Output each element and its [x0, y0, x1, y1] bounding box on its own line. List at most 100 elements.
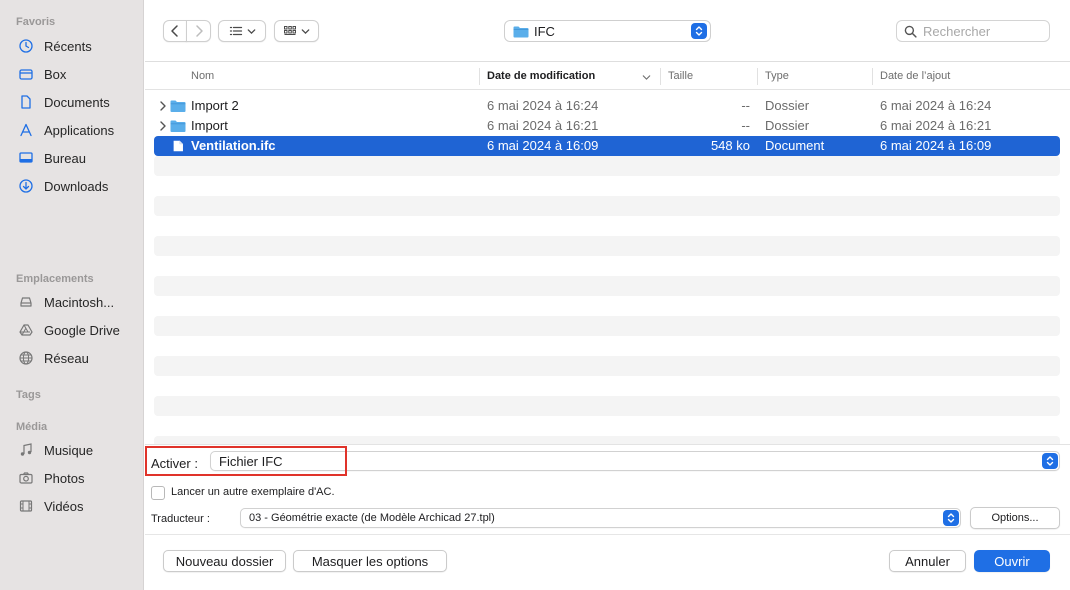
file-size: --	[741, 118, 750, 133]
empty-row	[154, 356, 1060, 376]
file-added: 6 mai 2024 à 16:24	[880, 98, 992, 113]
column-separator[interactable]	[757, 68, 758, 85]
sidebar-item-label: Photos	[44, 470, 85, 486]
column-header-added[interactable]: Date de l’ajout	[880, 70, 950, 82]
file-size: 548 ko	[710, 138, 750, 153]
options-button[interactable]: Options...	[970, 507, 1060, 529]
column-separator[interactable]	[872, 68, 873, 85]
new-folder-button[interactable]: Nouveau dossier	[163, 550, 286, 572]
hard-drive-icon	[16, 294, 36, 310]
view-list-button[interactable]	[218, 20, 266, 42]
disclosure-triangle-icon[interactable]	[158, 120, 168, 132]
music-note-icon	[16, 442, 36, 458]
back-button[interactable]	[163, 20, 187, 42]
search-input[interactable]: Rechercher	[896, 20, 1050, 42]
column-separator[interactable]	[660, 68, 661, 85]
sidebar-item-google-drive[interactable]: Google Drive	[12, 319, 138, 341]
column-header-type[interactable]: Type	[765, 70, 789, 82]
sidebar-item-label: Bureau	[44, 150, 86, 166]
sidebar-item-videos[interactable]: Vidéos	[12, 495, 138, 517]
document-icon	[173, 140, 183, 152]
launch-another-instance-checkbox[interactable]	[151, 486, 165, 500]
sidebar-section-media: Média	[16, 421, 48, 433]
search-placeholder: Rechercher	[923, 23, 991, 39]
sidebar-item-bureau[interactable]: Bureau	[12, 147, 138, 169]
sidebar-item-macintosh[interactable]: Macintosh...	[12, 291, 138, 313]
view-grid-button[interactable]	[274, 20, 319, 42]
sidebar-section-emplacements: Emplacements	[16, 273, 94, 285]
sidebar-item-label: Applications	[44, 122, 115, 138]
hide-options-button[interactable]: Masquer les options	[293, 550, 447, 572]
folder-icon	[513, 26, 529, 37]
sidebar-item-label: Macintosh...	[44, 294, 115, 310]
chevron-down-icon	[247, 28, 255, 34]
sidebar-item-box[interactable]: Box	[12, 63, 138, 85]
file-modified: 6 mai 2024 à 16:24	[487, 98, 599, 113]
empty-row	[154, 156, 1060, 176]
file-size: --	[741, 98, 750, 113]
sidebar-item-photos[interactable]: Photos	[12, 467, 138, 489]
file-added: 6 mai 2024 à 16:21	[880, 118, 992, 133]
sidebar-item-recents[interactable]: Récents	[12, 35, 138, 57]
launch-another-instance-label: Lancer un autre exemplaire d'AC.	[171, 486, 335, 498]
file-type: Document	[765, 138, 825, 153]
empty-row	[154, 316, 1060, 336]
sidebar-item-reseau[interactable]: Réseau	[12, 347, 138, 369]
chevron-left-icon	[171, 25, 178, 37]
file-name: Import	[191, 118, 228, 133]
disclosure-triangle-icon[interactable]	[158, 100, 168, 112]
column-header-size[interactable]: Taille	[668, 70, 693, 82]
updown-chevron-icon	[1042, 453, 1058, 469]
sidebar-item-documents[interactable]: Documents	[12, 91, 138, 113]
sidebar-item-label: Box	[44, 66, 67, 82]
google-drive-icon	[16, 322, 36, 338]
sidebar-item-musique[interactable]: Musique	[12, 439, 138, 461]
file-type: Dossier	[765, 98, 810, 113]
clock-icon	[16, 38, 36, 54]
highlight-annotation-box	[145, 446, 347, 476]
file-modified: 6 mai 2024 à 16:21	[487, 118, 599, 133]
toolbar: IFC Rechercher	[145, 0, 1070, 62]
desktop-icon	[16, 150, 36, 166]
network-icon	[16, 350, 36, 366]
updown-chevron-icon	[943, 510, 959, 526]
sidebar-section-favoris: Favoris	[16, 16, 56, 28]
chevron-right-icon	[195, 25, 203, 37]
empty-row	[154, 276, 1060, 296]
forward-button[interactable]	[186, 20, 211, 42]
sort-chevron-down-icon	[642, 75, 651, 80]
empty-row	[154, 196, 1060, 216]
list-view-icon	[229, 26, 242, 36]
folder-path-select[interactable]: IFC	[504, 20, 711, 42]
table-row-selected[interactable]: Ventilation.ifc 6 mai 2024 à 16:09 548 k…	[154, 136, 1060, 156]
sidebar-item-label: Google Drive	[44, 322, 120, 338]
sidebar-item-label: Réseau	[44, 350, 89, 366]
column-header-name[interactable]: Nom	[191, 70, 214, 82]
sidebar-item-label: Downloads	[44, 178, 109, 194]
file-list-header: Nom Date de modification Taille Type Dat…	[145, 63, 1070, 90]
traducteur-select[interactable]: 03 - Géométrie exacte (de Modèle Archica…	[240, 508, 961, 528]
dialog-buttons-bar: Nouveau dossier Masquer les options Annu…	[145, 534, 1070, 590]
sidebar-item-label: Musique	[44, 442, 94, 458]
file-name: Import 2	[191, 98, 239, 113]
file-modified: 6 mai 2024 à 16:09	[487, 138, 599, 153]
column-header-modified[interactable]: Date de modification	[487, 70, 595, 82]
updown-chevron-icon	[691, 23, 707, 39]
sidebar-item-applications[interactable]: Applications	[12, 119, 138, 141]
document-icon	[16, 94, 36, 110]
folder-icon	[170, 120, 186, 132]
cancel-button[interactable]: Annuler	[889, 550, 966, 572]
file-type: Dossier	[765, 118, 810, 133]
open-button[interactable]: Ouvrir	[974, 550, 1050, 572]
table-row[interactable]: Import 6 mai 2024 à 16:21 -- Dossier 6 m…	[154, 116, 1060, 136]
camera-icon	[16, 470, 36, 486]
sidebar-item-downloads[interactable]: Downloads	[12, 175, 138, 197]
column-separator[interactable]	[479, 68, 480, 85]
sidebar-section-tags: Tags	[16, 389, 41, 401]
chevron-down-icon	[301, 28, 310, 34]
empty-row	[154, 436, 1060, 444]
empty-row	[154, 396, 1060, 416]
table-row[interactable]: Import 2 6 mai 2024 à 16:24 -- Dossier 6…	[154, 96, 1060, 116]
download-icon	[16, 178, 36, 194]
sidebar: Favoris Récents Box Documents Applicatio…	[0, 0, 144, 590]
